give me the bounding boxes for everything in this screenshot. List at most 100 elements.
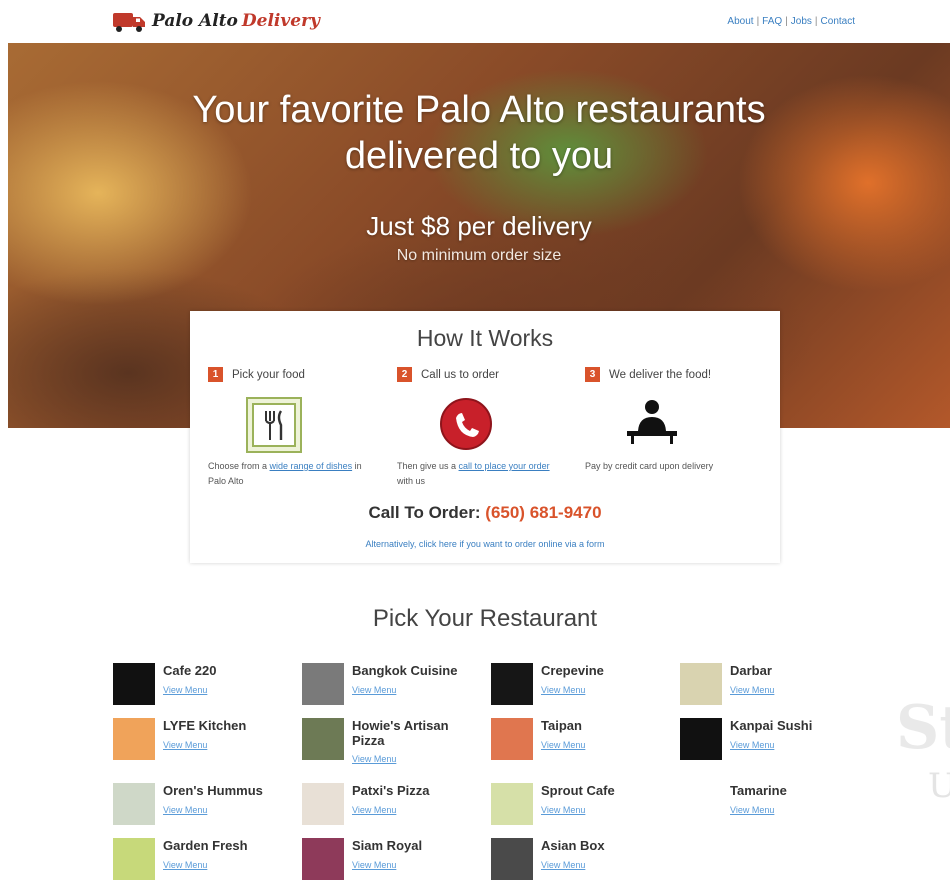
fork-knife-icon — [246, 397, 302, 453]
restaurant-name: Sprout Cafe — [541, 783, 615, 798]
restaurant-logo[interactable] — [113, 838, 155, 880]
brand-name: Palo Alto Delivery — [152, 11, 320, 31]
restaurant-logo[interactable] — [680, 783, 722, 825]
restaurant-logo[interactable] — [302, 718, 344, 760]
step-desc-text: Then give us a — [397, 461, 459, 471]
nav-separator: | — [814, 16, 818, 27]
watermark-text-secondary: U — [928, 766, 950, 806]
step-description: Choose from a wide range of dishes in Pa… — [208, 459, 378, 489]
nav-faq-link[interactable]: FAQ — [762, 16, 782, 27]
hero-minimum: No minimum order size — [396, 247, 562, 264]
step-we-deliver: 3 We deliver the food! Pay by credit card… — [585, 367, 755, 471]
hero-title: Your favorite Palo Alto restaurants deli… — [8, 87, 950, 179]
restaurant-logo[interactable] — [302, 838, 344, 880]
hero-price: Just $8 per delivery — [366, 211, 592, 241]
restaurant-item[interactable]: Bangkok Cuisine View Menu — [302, 663, 482, 713]
step-number: 1 — [208, 367, 223, 382]
hero-title-line2: delivered to you — [344, 135, 614, 177]
restaurant-item[interactable]: Garden Fresh View Menu — [113, 838, 293, 888]
restaurant-logo[interactable] — [491, 838, 533, 880]
step-number: 3 — [585, 367, 600, 382]
step-number: 2 — [397, 367, 412, 382]
wide-range-link[interactable]: wide range of dishes — [270, 461, 353, 471]
brand-logo[interactable]: Palo Alto Delivery — [112, 9, 320, 33]
restaurant-logo[interactable] — [491, 783, 533, 825]
restaurant-item[interactable]: LYFE Kitchen View Menu — [113, 718, 293, 768]
restaurant-item[interactable]: Howie's Artisan Pizza View Menu — [302, 718, 482, 768]
view-menu-link[interactable]: View Menu — [541, 685, 585, 695]
view-menu-link[interactable]: View Menu — [541, 740, 585, 750]
order-online-link[interactable]: Alternatively, click here if you want to… — [190, 539, 780, 549]
brand-name-part1: Palo Alto — [152, 11, 238, 31]
nav-separator: | — [756, 16, 760, 27]
pick-restaurant-title: Pick Your Restaurant — [372, 605, 598, 632]
restaurant-item[interactable]: Darbar View Menu — [680, 663, 860, 713]
restaurant-name: Bangkok Cuisine — [352, 663, 458, 678]
restaurant-item[interactable]: Patxi's Pizza View Menu — [302, 783, 482, 833]
restaurant-name: Cafe 220 — [163, 663, 217, 678]
step-desc-text: Choose from a — [208, 461, 270, 471]
call-label: Call To Order: — [368, 503, 481, 522]
restaurant-logo[interactable] — [680, 718, 722, 760]
restaurant-item[interactable]: Kanpai Sushi View Menu — [680, 718, 860, 768]
view-menu-link[interactable]: View Menu — [730, 685, 774, 695]
restaurant-name: Asian Box — [541, 838, 605, 853]
restaurant-item[interactable]: Tamarine View Menu — [680, 783, 860, 833]
restaurant-logo[interactable] — [113, 663, 155, 705]
view-menu-link[interactable]: View Menu — [163, 805, 207, 815]
restaurant-name: Crepevine — [541, 663, 604, 678]
restaurant-name: Garden Fresh — [163, 838, 248, 853]
restaurant-item[interactable]: Oren's Hummus View Menu — [113, 783, 293, 833]
step-label: Pick your food — [232, 368, 305, 381]
phone-number[interactable]: (650) 681-9470 — [485, 503, 601, 522]
view-menu-link[interactable]: View Menu — [352, 685, 396, 695]
restaurant-logo[interactable] — [302, 783, 344, 825]
restaurant-name: Patxi's Pizza — [352, 783, 430, 798]
restaurant-logo[interactable] — [680, 663, 722, 705]
restaurant-name: LYFE Kitchen — [163, 718, 247, 733]
restaurant-logo[interactable] — [302, 663, 344, 705]
brand-name-part2: Delivery — [241, 11, 320, 31]
restaurant-logo[interactable] — [113, 783, 155, 825]
step-description: Then give us a call to place your order … — [397, 459, 567, 489]
restaurant-item[interactable]: Cafe 220 View Menu — [113, 663, 293, 713]
step-description: Pay by credit card upon delivery — [585, 459, 765, 474]
step-call-us: 2 Call us to order Then give us a call to… — [397, 367, 567, 486]
view-menu-link[interactable]: View Menu — [163, 685, 207, 695]
nav-contact-link[interactable]: Contact — [821, 16, 855, 27]
restaurant-name: Howie's Artisan Pizza — [352, 718, 449, 748]
call-to-order: Call To Order: (650) 681-9470 — [190, 503, 780, 523]
restaurant-logo[interactable] — [491, 663, 533, 705]
restaurant-logo[interactable] — [113, 718, 155, 760]
nav-separator: | — [785, 16, 788, 27]
person-desk-icon — [627, 400, 677, 444]
step-header: 1 Pick your food — [208, 367, 378, 382]
nav-about-link[interactable]: About — [727, 16, 753, 27]
step-label: We deliver the food! — [609, 368, 712, 381]
view-menu-link[interactable]: View Menu — [163, 740, 207, 750]
restaurant-item[interactable]: Crepevine View Menu — [491, 663, 671, 713]
view-menu-link[interactable]: View Menu — [730, 805, 774, 815]
restaurant-logo[interactable] — [491, 718, 533, 760]
step-label: Call us to order — [421, 368, 499, 381]
restaurant-name: Oren's Hummus — [163, 783, 263, 798]
restaurant-item[interactable]: Asian Box View Menu — [491, 838, 671, 888]
restaurant-item[interactable]: Siam Royal View Menu — [302, 838, 482, 888]
top-nav: About | FAQ | Jobs | Contact — [727, 16, 855, 27]
step-header: 3 We deliver the food! — [585, 367, 755, 382]
view-menu-link[interactable]: View Menu — [730, 740, 774, 750]
view-menu-link[interactable]: View Menu — [352, 805, 396, 815]
restaurant-name: Taipan — [541, 718, 582, 733]
step-desc-text: Pay by credit card upon delivery — [585, 461, 714, 471]
nav-jobs-link[interactable]: Jobs — [791, 16, 812, 27]
call-to-place-order-link[interactable]: call to place your order — [459, 461, 550, 471]
hero-title-line1: Your favorite Palo Alto restaurants — [192, 89, 766, 131]
view-menu-link[interactable]: View Menu — [541, 805, 585, 815]
restaurant-name: Siam Royal — [352, 838, 423, 853]
top-bar: Palo Alto Delivery About | FAQ | Jobs | Contact — [0, 0, 950, 44]
restaurant-item[interactable]: Taipan View Menu — [491, 718, 671, 768]
view-menu-link[interactable]: View Menu — [352, 754, 396, 764]
watermark-text: St — [896, 693, 950, 763]
restaurant-name: Kanpai Sushi — [730, 718, 813, 733]
restaurant-item[interactable]: Sprout Cafe View Menu — [491, 783, 671, 833]
